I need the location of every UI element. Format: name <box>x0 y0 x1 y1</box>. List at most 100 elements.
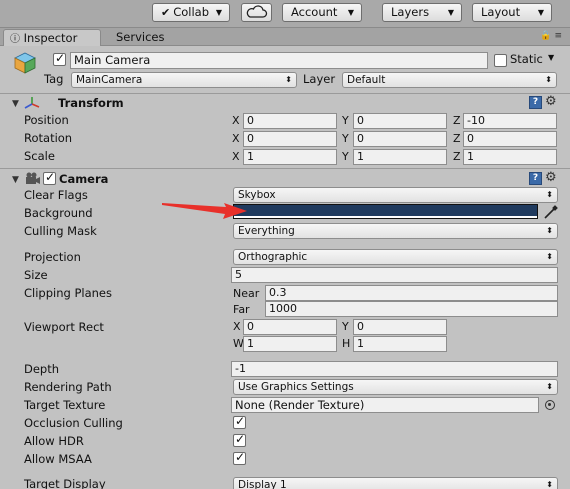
far-field[interactable]: 1000 <box>265 301 558 317</box>
checkmark-icon: ✓ <box>55 51 66 65</box>
updown-arrow-icon: ⬍ <box>546 252 553 261</box>
chevron-down-icon: ▼ <box>447 8 454 17</box>
viewport-y-field[interactable]: 0 <box>353 319 447 335</box>
static-dropdown-arrow-icon[interactable]: ▼ <box>548 53 554 62</box>
clear-flags-value: Skybox <box>238 189 276 201</box>
tag-value: MainCamera <box>76 74 143 86</box>
object-picker-icon[interactable] <box>545 400 555 410</box>
axis-x-label: X <box>232 132 240 145</box>
help-icon[interactable]: ? <box>529 96 542 109</box>
collab-label: Collab <box>173 5 210 19</box>
near-label: Near <box>233 287 260 300</box>
size-field[interactable]: 5 <box>231 267 558 283</box>
tag-dropdown[interactable]: MainCamera ⬍ <box>71 72 297 88</box>
allow-msaa-label: Allow MSAA <box>24 452 92 466</box>
tab-inspector[interactable]: ⓘ Inspector <box>3 29 101 46</box>
gear-icon[interactable]: ⚙ <box>545 94 557 109</box>
depth-label: Depth <box>24 362 60 376</box>
camera-enabled-checkbox[interactable]: ✓ <box>43 170 56 185</box>
target-texture-label: Target Texture <box>24 398 106 412</box>
rotation-z-field[interactable]: 0 <box>463 131 557 147</box>
near-field[interactable]: 0.3 <box>265 285 558 301</box>
viewport-w-field[interactable]: 1 <box>243 336 337 352</box>
position-x-field[interactable]: 0 <box>243 113 337 129</box>
account-dropdown[interactable]: Account ▼ <box>282 3 362 22</box>
layers-label: Layers <box>391 5 430 19</box>
culling-mask-value: Everything <box>238 225 295 237</box>
static-label: Static <box>510 52 543 66</box>
panel-tab-bar: ⓘ Inspector Services 🔒 ≡ <box>0 28 570 46</box>
chevron-down-icon: ▼ <box>347 8 354 17</box>
cloud-button[interactable] <box>241 3 272 22</box>
clear-flags-label: Clear Flags <box>24 188 88 202</box>
viewport-x-field[interactable]: 0 <box>243 319 337 335</box>
tab-services[interactable]: Services <box>110 29 180 46</box>
info-icon: ⓘ <box>10 34 20 45</box>
axis-x-label: X <box>232 114 240 127</box>
updown-arrow-icon: ⬍ <box>546 382 553 391</box>
target-texture-field[interactable]: None (Render Texture) <box>231 397 539 413</box>
projection-dropdown[interactable]: Orthographic ⬍ <box>233 249 558 265</box>
camera-icon <box>26 172 40 184</box>
clear-flags-dropdown[interactable]: Skybox ⬍ <box>233 187 558 203</box>
chevron-down-icon: ▼ <box>537 8 544 17</box>
target-display-label: Target Display <box>24 477 106 489</box>
foldout-arrow-icon[interactable]: ▼ <box>12 175 19 185</box>
allow-hdr-checkbox[interactable]: ✓ <box>233 432 246 447</box>
layers-dropdown[interactable]: Layers ▼ <box>382 3 462 22</box>
gear-icon[interactable]: ⚙ <box>545 170 557 185</box>
allow-msaa-checkbox[interactable]: ✓ <box>233 450 246 465</box>
updown-arrow-icon: ⬍ <box>545 75 552 84</box>
scale-x-field[interactable]: 1 <box>243 149 337 165</box>
occlusion-culling-checkbox[interactable]: ✓ <box>233 414 246 429</box>
layer-dropdown[interactable]: Default ⬍ <box>342 72 557 88</box>
checkmark-icon: ✓ <box>235 414 246 428</box>
static-checkbox[interactable] <box>494 54 507 67</box>
culling-mask-dropdown[interactable]: Everything ⬍ <box>233 223 558 239</box>
updown-arrow-icon: ⬍ <box>546 480 553 489</box>
top-toolbar: ✔ Collab ▼ Account ▼ Layers ▼ Layout ▼ <box>0 0 570 28</box>
foldout-arrow-icon[interactable]: ▼ <box>12 99 19 109</box>
depth-field[interactable]: -1 <box>231 361 558 377</box>
occlusion-culling-label: Occlusion Culling <box>24 416 123 430</box>
target-display-value: Display 1 <box>238 479 287 489</box>
help-icon[interactable]: ? <box>529 172 542 185</box>
collab-check-icon: ✔ <box>161 6 171 19</box>
viewport-y-label: Y <box>342 320 349 333</box>
alpha-strip <box>234 216 537 218</box>
tab-inspector-label: Inspector <box>23 31 78 45</box>
checkmark-icon: ✓ <box>235 450 246 464</box>
scale-z-field[interactable]: 1 <box>463 149 557 165</box>
rotation-label: Rotation <box>24 131 73 145</box>
chevron-down-icon: ▼ <box>215 8 222 17</box>
projection-value: Orthographic <box>238 251 308 263</box>
camera-title: Camera <box>59 172 109 186</box>
tab-services-label: Services <box>116 30 165 44</box>
eyedropper-icon[interactable] <box>543 204 559 220</box>
layer-value: Default <box>347 74 386 86</box>
viewport-h-field[interactable]: 1 <box>353 336 447 352</box>
rotation-x-field[interactable]: 0 <box>243 131 337 147</box>
target-display-dropdown[interactable]: Display 1 ⬍ <box>233 477 558 489</box>
position-y-field[interactable]: 0 <box>353 113 447 129</box>
layout-dropdown[interactable]: Layout ▼ <box>472 3 552 22</box>
scale-y-field[interactable]: 1 <box>353 149 447 165</box>
collab-button[interactable]: ✔ Collab ▼ <box>152 3 230 22</box>
viewport-h-label: H <box>342 337 351 350</box>
axis-z-label: Z <box>453 150 461 163</box>
transform-axis-icon <box>24 97 40 109</box>
active-checkbox[interactable]: ✓ <box>53 51 66 66</box>
axis-y-label: Y <box>342 114 349 127</box>
updown-arrow-icon: ⬍ <box>285 75 292 84</box>
clipping-planes-label: Clipping Planes <box>24 286 112 300</box>
viewport-rect-label: Viewport Rect <box>24 320 104 334</box>
panel-menu-icons[interactable]: 🔒 ≡ <box>540 31 562 41</box>
rendering-path-value: Use Graphics Settings <box>238 381 354 393</box>
rotation-y-field[interactable]: 0 <box>353 131 447 147</box>
rendering-path-dropdown[interactable]: Use Graphics Settings ⬍ <box>233 379 558 395</box>
object-name-field[interactable]: Main Camera <box>70 52 488 69</box>
scale-label: Scale <box>24 149 55 163</box>
axis-z-label: Z <box>453 114 461 127</box>
position-z-field[interactable]: -10 <box>463 113 557 129</box>
background-color-field[interactable] <box>233 204 538 219</box>
